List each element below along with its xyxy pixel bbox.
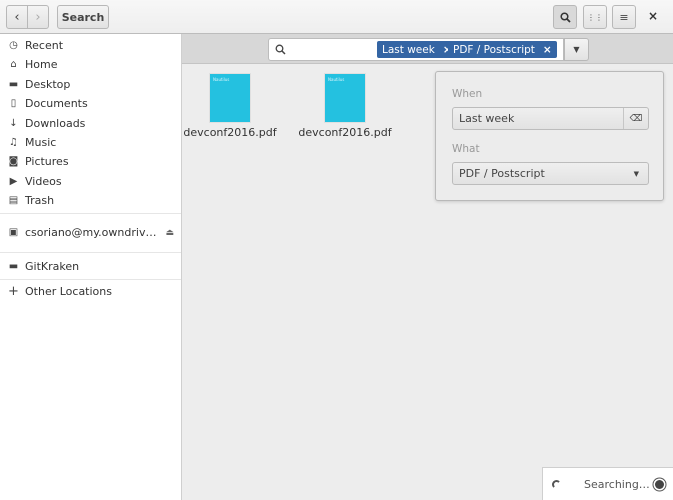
search-filters-popover: When Last week ⌫ What PDF / Postscript ▼ — [435, 71, 664, 201]
close-icon[interactable]: × — [648, 9, 658, 23]
plus-icon: + — [8, 284, 19, 299]
sidebar-item-label: Pictures — [25, 155, 69, 169]
file-item[interactable]: Nautilus devconf2016.pdf — [295, 73, 395, 139]
sidebar-item-trash[interactable]: ▤ Trash — [8, 191, 178, 210]
what-dropdown[interactable]: PDF / Postscript ▼ — [452, 162, 649, 185]
sidebar-item-label: GitKraken — [25, 260, 80, 273]
divider — [0, 252, 181, 253]
search-status: Searching… — [542, 467, 673, 500]
network-drive-icon: ▣ — [8, 227, 19, 238]
file-item[interactable]: Nautilus devconf2016.pdf — [180, 73, 280, 139]
when-field[interactable]: Last week ⌫ — [452, 107, 649, 130]
clear-icon[interactable]: ⌫ — [623, 108, 648, 129]
home-icon: ⌂ — [10, 59, 17, 71]
sidebar-item-downloads[interactable]: ↓ Downloads — [8, 114, 178, 133]
divider — [0, 279, 181, 280]
sidebar-item-gitkraken[interactable]: ▬ GitKraken — [8, 257, 178, 276]
sidebar-item-network[interactable]: ▣ csoriano@my.owndriv… ⏏ — [8, 223, 178, 242]
sidebar-item-documents[interactable]: ▯ Documents — [8, 94, 178, 113]
folder-icon: ▬ — [8, 78, 19, 90]
search-location-button[interactable]: Search — [57, 5, 109, 29]
sidebar-item-label: Music — [25, 136, 57, 149]
status-text: Searching… — [584, 477, 650, 491]
sidebar-item-home[interactable]: ⌂ Home — [8, 55, 178, 74]
what-label: What — [452, 143, 480, 155]
pdf-thumbnail: Nautilus — [324, 73, 366, 123]
sidebar-item-other-locations[interactable]: + Other Locations — [8, 282, 178, 301]
clock-icon: ◷ — [9, 40, 18, 51]
chevron-down-icon: ▼ — [633, 169, 639, 178]
file-name: devconf2016.pdf — [298, 126, 392, 139]
sidebar-item-label: csoriano@my.owndriv… — [25, 226, 157, 239]
sidebar-item-music[interactable]: ♫ Music — [8, 133, 178, 152]
when-value: Last week — [459, 112, 515, 125]
tag-label: Last week — [382, 43, 435, 56]
document-icon: ▯ — [10, 98, 17, 110]
sidebar-item-recent[interactable]: ◷ Recent — [8, 36, 178, 55]
search-icon — [275, 44, 286, 55]
sidebar-item-pictures[interactable]: ◙ Pictures — [8, 152, 178, 171]
spinner-icon — [552, 479, 561, 489]
what-value: PDF / Postscript — [459, 167, 545, 180]
search-input[interactable]: Last week× PDF / Postscript × — [268, 38, 564, 61]
pdf-thumbnail: Nautilus — [209, 73, 251, 123]
search-tag-when[interactable]: Last week× — [377, 41, 457, 58]
search-tag-what[interactable]: PDF / Postscript × — [448, 41, 557, 58]
sidebar-item-label: Home — [25, 58, 58, 72]
camera-icon: ◙ — [8, 156, 19, 168]
header-bar: ‹ › Search ⋮⋮ ≡ × — [0, 0, 673, 34]
sidebar-item-label: Documents — [25, 97, 88, 111]
sidebar-item-label: Videos — [25, 174, 62, 188]
search-toggle-button[interactable] — [553, 5, 577, 29]
file-name: devconf2016.pdf — [183, 126, 277, 139]
download-icon: ↓ — [9, 117, 18, 129]
sidebar-item-label: Recent — [25, 39, 64, 52]
tag-label: PDF / Postscript — [453, 43, 535, 56]
sidebar-item-label: Downloads — [25, 116, 86, 130]
back-button[interactable]: ‹ — [6, 5, 28, 29]
video-icon: ▶ — [9, 175, 18, 187]
search-filters-dropdown-button[interactable]: ▼ — [564, 38, 589, 61]
sidebar-item-desktop[interactable]: ▬ Desktop — [8, 75, 178, 94]
stop-icon[interactable] — [655, 479, 664, 489]
folder-icon: ▬ — [8, 261, 19, 272]
sidebar: ◷ Recent ⌂ Home ▬ Desktop ▯ Documents ↓ Downloads… — [0, 34, 182, 500]
menu-button[interactable]: ≡ — [612, 5, 636, 29]
music-icon: ♫ — [9, 137, 18, 148]
search-icon — [559, 11, 571, 23]
eject-icon[interactable]: ⏏ — [165, 228, 174, 238]
forward-button[interactable]: › — [27, 5, 49, 29]
sidebar-item-label: Desktop — [25, 77, 71, 91]
when-label: When — [452, 88, 483, 100]
sidebar-item-label: Other Locations — [25, 285, 112, 298]
close-icon[interactable]: × — [543, 44, 552, 56]
divider — [0, 213, 181, 214]
trash-icon: ▤ — [8, 195, 19, 207]
sidebar-item-label: Trash — [25, 194, 55, 208]
sidebar-item-videos[interactable]: ▶ Videos — [8, 172, 178, 191]
chevron-down-icon: ▼ — [573, 45, 580, 54]
view-grid-button[interactable]: ⋮⋮ — [583, 5, 607, 29]
